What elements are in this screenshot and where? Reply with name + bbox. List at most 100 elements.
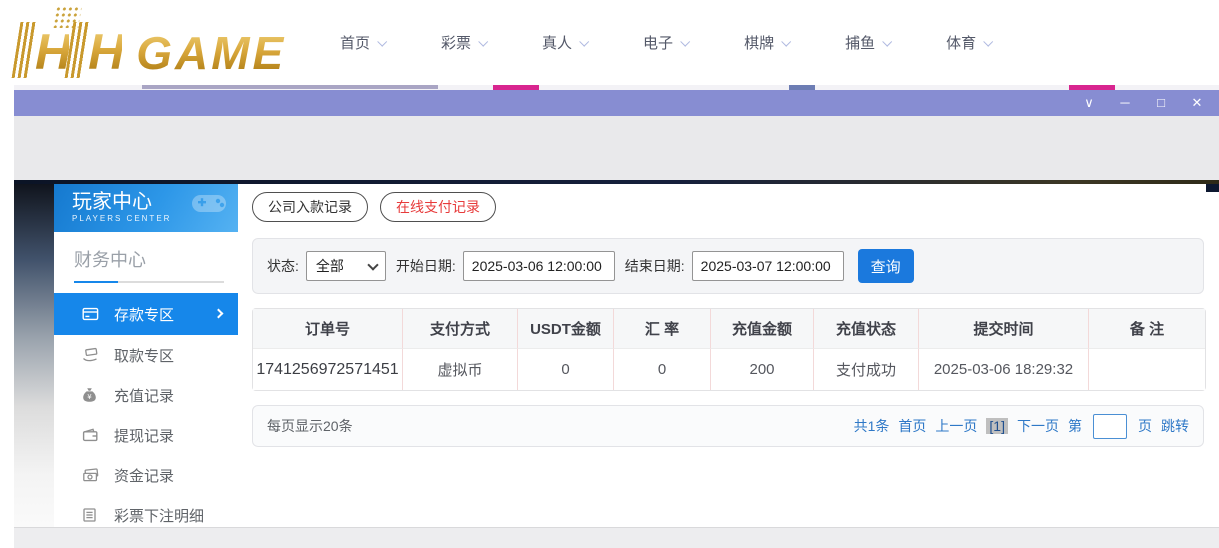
pagination-current-page[interactable]: [1] — [986, 418, 1008, 434]
pagination-first-link[interactable]: 首页 — [898, 416, 926, 436]
cell-recharge-status: 支付成功 — [814, 349, 919, 390]
money-bag-icon: ¥ — [82, 387, 100, 403]
pagination-next-link[interactable]: 下一页 — [1017, 416, 1059, 436]
chevron-down-icon — [377, 36, 388, 47]
bank-card-icon — [82, 306, 100, 322]
cell-recharge-amount: 200 — [711, 349, 814, 390]
pagination-panel: 每页显示20条 共1条 首页 上一页 [1] 下一页 第 页 跳转 — [252, 405, 1204, 447]
sidebar-menu: 存款专区 取款专区 ¥ 充值记录 提现记录 资金记录 彩票下注明细 — [54, 293, 238, 535]
status-select-wrap: 全部 — [305, 251, 386, 281]
svg-text:¥: ¥ — [87, 393, 92, 401]
pagination-controls: 共1条 首页 上一页 [1] 下一页 第 页 跳转 — [853, 413, 1189, 439]
column-header-remark: 备 注 — [1089, 309, 1205, 349]
close-button[interactable]: ✕ — [1189, 90, 1205, 116]
gamepad-icon — [190, 190, 230, 221]
logo-letter-h1: H — [35, 24, 71, 80]
sidebar-item-label: 充值记录 — [114, 387, 175, 405]
cell-payment-method: 虚拟币 — [403, 349, 518, 390]
table-body: 1741256972571451 虚拟币 0 0 200 支付成功 2025-0… — [253, 349, 1205, 390]
nav-item-lottery[interactable]: 彩票 — [441, 32, 489, 53]
status-label: 状态: — [267, 258, 299, 274]
cell-exchange-rate: 0 — [614, 349, 711, 390]
sidebar-item-label: 资金记录 — [114, 467, 175, 485]
chevron-down-icon — [882, 36, 893, 47]
sidebar-item-withdrawal-records[interactable]: 提现记录 — [54, 415, 238, 455]
logo-letter-h2: H — [88, 24, 124, 80]
nav-item-label: 真人 — [542, 35, 573, 52]
column-header-usdt-amount: USDT金额 — [518, 309, 614, 349]
nav-item-fishing[interactable]: 捕鱼 — [845, 32, 893, 53]
page-size-text: 每页显示20条 — [267, 418, 353, 434]
sidebar-item-funds-records[interactable]: 资金记录 — [54, 455, 238, 495]
cell-submit-time: 2025-03-06 18:29:32 — [919, 349, 1089, 390]
nav-item-label: 棋牌 — [744, 35, 775, 52]
column-header-exchange-rate: 汇 率 — [614, 309, 711, 349]
chevron-down-icon — [478, 36, 489, 47]
table-header: 订单号 支付方式 USDT金额 汇 率 充值金额 充值状态 提交时间 备 注 — [253, 309, 1205, 349]
search-button[interactable]: 查询 — [857, 249, 914, 283]
main-nav: 首页 彩票 真人 电子 棋牌 捕鱼 体育 — [340, 0, 1047, 85]
titlebar-dropdown-chevron-icon[interactable]: ∨ — [1081, 90, 1097, 116]
chevron-right-icon — [213, 308, 224, 319]
logo-text-game: GAME — [136, 27, 287, 79]
main-content: 公司入款记录 在线支付记录 状态: 全部 开始日期: 结束日期: 查询 — [252, 184, 1206, 447]
column-header-submit-time: 提交时间 — [919, 309, 1089, 349]
wallet-icon — [82, 427, 100, 443]
start-date-label: 开始日期: — [395, 258, 456, 274]
nav-item-label: 捕鱼 — [845, 35, 876, 52]
sidebar-item-label: 彩票下注明细 — [114, 507, 205, 525]
list-document-icon — [82, 507, 100, 523]
column-header-order-no: 订单号 — [253, 309, 403, 349]
sidebar-section-underline — [74, 281, 224, 283]
nav-item-label: 电子 — [643, 35, 674, 52]
sidebar-section-title: 财务中心 — [74, 250, 146, 270]
cell-remark — [1089, 349, 1205, 390]
tab-online-payment-records[interactable]: 在线支付记录 — [380, 192, 496, 222]
chevron-down-icon — [983, 36, 994, 47]
sidebar-section-underline-fill — [74, 281, 118, 283]
window-titlebar: ∨ ─ □ ✕ — [14, 90, 1219, 116]
sidebar-item-recharge-records[interactable]: ¥ 充值记录 — [54, 375, 238, 415]
filter-panel: 状态: 全部 开始日期: 结束日期: 查询 — [252, 238, 1204, 294]
sidebar-item-label: 取款专区 — [114, 347, 175, 365]
jump-button[interactable]: 跳转 — [1161, 416, 1189, 436]
window-bottom-strip — [14, 527, 1219, 548]
tab-company-deposit-records[interactable]: 公司入款记录 — [252, 192, 368, 222]
pagination-prev-link[interactable]: 上一页 — [935, 416, 977, 436]
logo-bars — [11, 22, 38, 78]
nav-item-home[interactable]: 首页 — [340, 32, 388, 53]
chevron-down-icon — [781, 36, 792, 47]
site-header: H H GAME 首页 彩票 真人 电子 棋牌 捕鱼 体育 — [0, 0, 1219, 85]
column-header-payment-method: 支付方式 — [403, 309, 518, 349]
background-fragment — [142, 85, 438, 89]
end-date-label: 结束日期: — [624, 258, 685, 274]
nav-item-slots[interactable]: 电子 — [643, 32, 691, 53]
start-date-input[interactable] — [462, 251, 615, 281]
nav-item-live-casino[interactable]: 真人 — [542, 32, 590, 53]
nav-item-board-games[interactable]: 棋牌 — [744, 32, 792, 53]
jump-label-suffix: 页 — [1138, 418, 1152, 434]
sidebar-item-withdraw-zone[interactable]: 取款专区 — [54, 335, 238, 375]
nav-item-label: 彩票 — [441, 35, 472, 52]
jump-page-input[interactable] — [1093, 413, 1127, 439]
sidebar-item-label: 存款专区 — [114, 306, 175, 324]
logo[interactable]: H H GAME — [11, 6, 287, 80]
minimize-button[interactable]: ─ — [1117, 90, 1133, 116]
sidebar-item-label: 提现记录 — [114, 427, 175, 445]
record-tabs: 公司入款记录 在线支付记录 — [252, 192, 1206, 222]
banknotes-icon — [82, 467, 100, 483]
status-select[interactable]: 全部 — [305, 251, 386, 281]
maximize-button[interactable]: □ — [1153, 90, 1169, 116]
nav-item-label: 体育 — [946, 35, 977, 52]
nav-item-label: 首页 — [340, 35, 371, 52]
end-date-input[interactable] — [691, 251, 844, 281]
app-window: H H GAME 首页 彩票 真人 电子 棋牌 捕鱼 体育 ∨ ─ □ ✕ 玩家… — [0, 0, 1219, 548]
sidebar-item-deposit-zone[interactable]: 存款专区 — [54, 293, 238, 335]
cell-usdt-amount: 0 — [518, 349, 614, 390]
table-row: 1741256972571451 虚拟币 0 0 200 支付成功 2025-0… — [253, 349, 1205, 390]
nav-item-sports[interactable]: 体育 — [946, 32, 994, 53]
total-count-text: 共1条 — [853, 418, 890, 434]
chevron-down-icon — [680, 36, 691, 47]
cell-order-no: 1741256972571451 — [253, 349, 403, 390]
jump-label-prefix: 第 — [1068, 418, 1082, 434]
